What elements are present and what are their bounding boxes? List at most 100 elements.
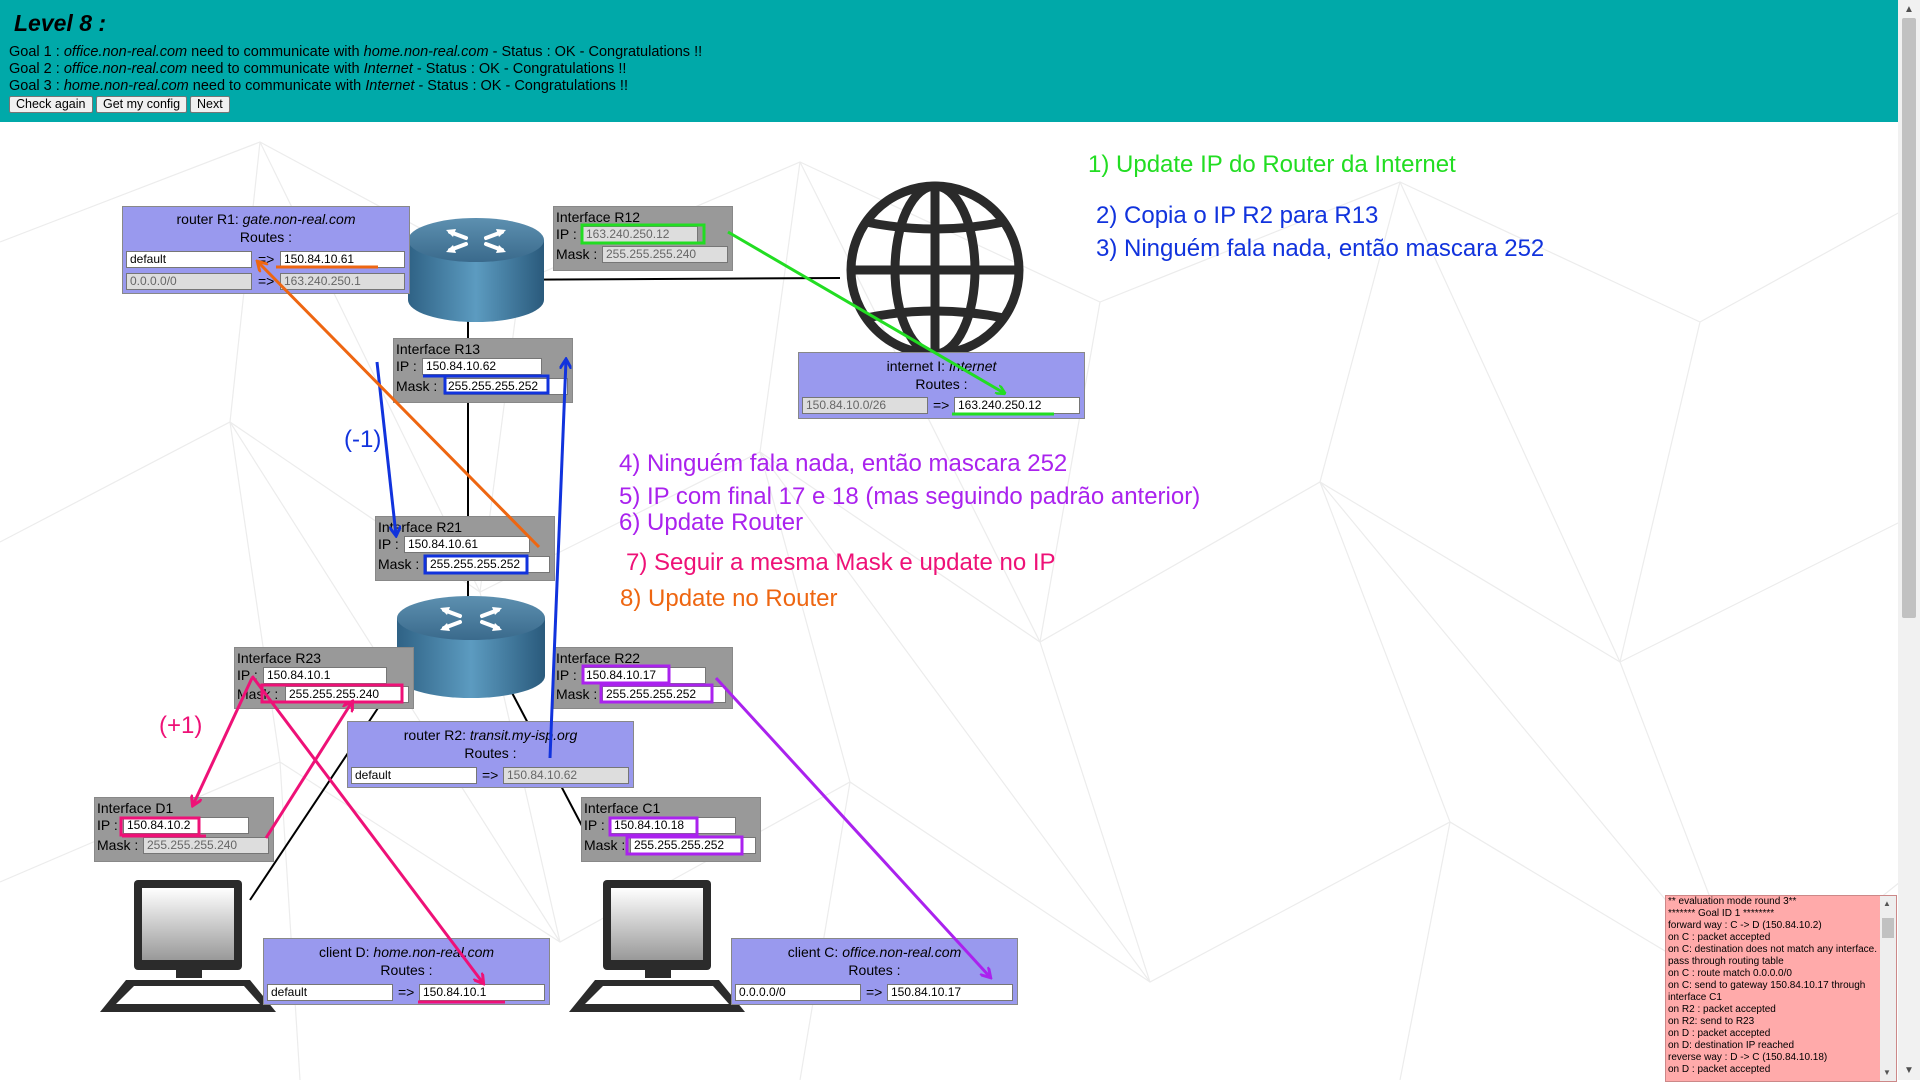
r22-mask-field[interactable]: 255.255.255.252 (602, 686, 726, 703)
evaluation-log[interactable]: ** evaluation mode round 3** ******* Goal… (1665, 895, 1897, 1082)
client-c-route-dest[interactable]: 0.0.0.0/0 (735, 984, 861, 1001)
client-d-route-dest[interactable]: default (267, 984, 393, 1001)
interface-r23-panel: Interface R23 IP : 150.84.10.1 Mask : 25… (234, 647, 414, 709)
r23-mask-field[interactable]: 255.255.255.240 (285, 686, 409, 703)
log-line: forward way : C -> D (150.84.10.2) (1668, 920, 1822, 931)
next-button[interactable]: Next (190, 96, 230, 113)
r21-ip-field[interactable]: 150.84.10.61 (404, 536, 530, 553)
r12-mask-label: Mask : (556, 246, 598, 262)
interface-r12-panel: Interface R12 IP : 163.240.250.12 Mask :… (553, 206, 733, 271)
r23-ip-field[interactable]: 150.84.10.1 (263, 667, 387, 684)
r21-mask-field[interactable]: 255.255.255.252 (426, 556, 550, 573)
annotation-plus-one: (+1) (159, 712, 203, 739)
router-r1-panel: router R1: gate.non-real.com Routes : de… (122, 206, 410, 294)
level-title: Level 8 : (14, 10, 107, 36)
internet-routes-label: Routes : (915, 376, 968, 392)
log-line: on D: destination IP reached (1668, 1040, 1795, 1051)
log-scroll-thumb[interactable] (1882, 918, 1894, 938)
page-scrollbar[interactable]: ▲ ▼ (1898, 0, 1920, 1080)
r12-ip-label: IP : (556, 226, 577, 242)
r23-ip-label: IP : (237, 667, 258, 683)
log-line: ** evaluation mode round 3** (1668, 896, 1797, 907)
annotation-step-5: 5) IP com final 17 e 18 (mas seguindo pa… (619, 483, 1201, 510)
r23-mask-label: Mask : (237, 686, 279, 702)
scroll-up-icon[interactable]: ▲ (1904, 4, 1914, 15)
r13-ip-field[interactable]: 150.84.10.62 (422, 358, 542, 375)
annotation-step-1: 1) Update IP do Router da Internet (1088, 151, 1456, 178)
router-r1-title: router R1: gate.non-real.com (176, 211, 356, 227)
client-d-panel: client D: home.non-real.com Routes : def… (263, 938, 550, 1005)
interface-r21-panel: Interface R21 IP : 150.84.10.61 Mask : 2… (375, 516, 555, 581)
r1-route-1-dest[interactable]: default (126, 251, 252, 268)
r13-mask-label: Mask : (396, 378, 438, 394)
r2-route-arrow: => (482, 767, 499, 783)
d1-ip-field[interactable]: 150.84.10.2 (123, 817, 249, 834)
internet-route-dest: 150.84.10.0/26 (802, 397, 928, 414)
router-r2-title: router R2: transit.my-isp.org (403, 727, 578, 743)
interface-r12-title: Interface R12 (556, 209, 641, 225)
check-again-button[interactable]: Check again (9, 96, 93, 113)
client-d-route-gateway[interactable]: 150.84.10.1 (419, 984, 545, 1001)
annotation-step-4: 4) Ninguém fala nada, então mascara 252 (619, 450, 1068, 477)
c1-mask-label: Mask : (584, 837, 626, 853)
r1-route-2-dest: 0.0.0.0/0 (126, 273, 252, 290)
internet-route-arrow: => (933, 397, 950, 413)
internet-title: internet I: Internet (886, 358, 997, 374)
internet-panel: internet I: Internet Routes : 150.84.10.… (798, 352, 1085, 419)
r13-mask-field[interactable]: 255.255.255.252 (444, 378, 568, 395)
router-r2-panel: router R2: transit.my-isp.org Routes : d… (347, 721, 634, 788)
r1-route-2-arrow: => (258, 273, 275, 289)
d1-mask-label: Mask : (97, 837, 139, 853)
client-c-route-gateway[interactable]: 150.84.10.17 (887, 984, 1013, 1001)
r21-mask-label: Mask : (378, 556, 420, 572)
r12-ip-field: 163.240.250.12 (582, 226, 698, 243)
router-r2-routes-label: Routes : (464, 745, 517, 761)
log-scroll-down-icon[interactable]: ▼ (1883, 1067, 1891, 1079)
d1-ip-label: IP : (97, 817, 118, 833)
goal-1-status: Goal 1 : office.non-real.com need to com… (9, 44, 703, 60)
d1-mask-field: 255.255.255.240 (143, 837, 269, 854)
client-d-routes-label: Routes : (380, 962, 433, 978)
log-line: on C : route match 0.0.0.0/0 (1668, 968, 1792, 979)
log-scrollbar[interactable]: ▲ ▼ (1880, 896, 1896, 1081)
get-my-config-button[interactable]: Get my config (96, 96, 188, 113)
r22-ip-field[interactable]: 150.84.10.17 (582, 667, 706, 684)
interface-r13-panel: Interface R13 IP : 150.84.10.62 Mask : 2… (393, 338, 573, 403)
annotation-step-3: 3) Ninguém fala nada, então mascara 252 (1096, 235, 1545, 262)
goal-2-status: Goal 2 : office.non-real.com need to com… (9, 61, 627, 77)
c1-ip-field[interactable]: 150.84.10.18 (610, 817, 736, 834)
interface-d1-title: Interface D1 (97, 800, 174, 816)
r1-route-2-gateway: 163.240.250.1 (280, 273, 405, 290)
log-line: on D : packet accepted (1668, 1064, 1771, 1075)
client-c-title: client C: office.non-real.com (787, 944, 962, 960)
r22-mask-label: Mask : (556, 686, 598, 702)
level-header: Level 8 : Goal 1 : office.non-real.com n… (0, 0, 1898, 122)
internet-route-gateway[interactable]: 163.240.250.12 (954, 397, 1080, 414)
r21-ip-label: IP : (378, 536, 399, 552)
annotation-minus-one: (-1) (344, 426, 382, 453)
interface-r23-title: Interface R23 (237, 650, 322, 666)
c1-ip-label: IP : (584, 817, 605, 833)
interface-d1-panel: Interface D1 IP : 150.84.10.2 Mask : 255… (94, 797, 274, 862)
client-d-title: client D: home.non-real.com (318, 944, 495, 960)
client-c-route-arrow: => (866, 984, 883, 1000)
scroll-down-icon[interactable]: ▼ (1904, 1065, 1914, 1076)
log-line: on C: send to gateway 150.84.10.17 throu… (1668, 980, 1866, 1003)
annotation-step-2: 2) Copia o IP R2 para R13 (1096, 202, 1379, 229)
c1-mask-field[interactable]: 255.255.255.252 (630, 837, 756, 854)
page-scroll-thumb[interactable] (1902, 18, 1916, 618)
interface-r21-title: Interface R21 (378, 519, 463, 535)
log-line: ******* Goal ID 1 ******** (1668, 908, 1775, 919)
goal-3-status: Goal 3 : home.non-real.com need to commu… (9, 78, 628, 94)
r1-route-1-arrow: => (258, 251, 275, 267)
interface-r22-title: Interface R22 (556, 650, 641, 666)
r2-route-dest[interactable]: default (351, 767, 477, 784)
r1-route-1-gateway[interactable]: 150.84.10.61 (280, 251, 405, 268)
log-line: on C : packet accepted (1668, 932, 1771, 943)
log-line: on D : packet accepted (1668, 1028, 1771, 1039)
client-d-route-arrow: => (398, 984, 415, 1000)
r13-ip-label: IP : (396, 358, 417, 374)
log-line: on R2 : packet accepted (1668, 1004, 1776, 1015)
log-scroll-up-icon[interactable]: ▲ (1883, 898, 1891, 910)
r22-ip-label: IP : (556, 667, 577, 683)
